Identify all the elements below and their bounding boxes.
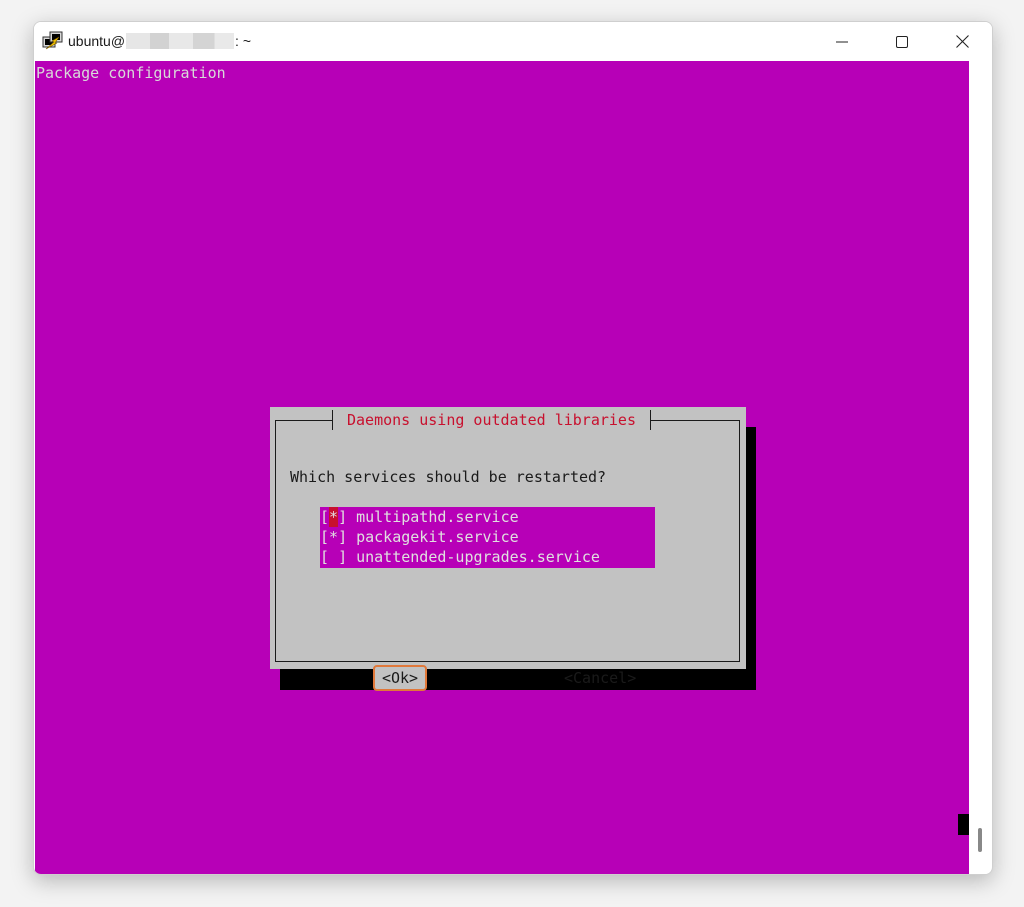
maximize-button[interactable]: [872, 22, 932, 61]
dialog-prompt: Which services should be restarted?: [290, 468, 607, 486]
checkbox-mark[interactable]: *: [329, 507, 339, 527]
dialog-title: Daemons using outdated libraries: [332, 410, 651, 430]
checkbox-mark[interactable]: [329, 547, 338, 567]
service-list[interactable]: [*] multipathd.service [*] packagekit.serv…: [320, 507, 655, 568]
checkbox-close-bracket: ]: [338, 508, 348, 526]
close-icon: [955, 35, 969, 48]
checkbox-open-bracket: [: [320, 548, 330, 566]
ok-button[interactable]: <Ok>: [373, 665, 427, 691]
checkbox-mark[interactable]: *: [329, 527, 338, 547]
service-item-multipathd[interactable]: [*] multipathd.service: [320, 507, 655, 527]
service-label: unattended-upgrades.service: [356, 548, 600, 566]
checkbox-open-bracket: [: [320, 508, 330, 526]
window-title-prefix: ubuntu@: [68, 33, 126, 49]
window-title-suffix: : ~: [235, 33, 252, 49]
close-button[interactable]: [932, 22, 992, 61]
terminal-window: ubuntu@ : ~ Package configuration Daemon…: [33, 21, 993, 875]
minimize-button[interactable]: [812, 22, 872, 61]
terminal-area[interactable]: Package configuration Daemons using outd…: [35, 61, 969, 874]
scrollbar-thumb[interactable]: [978, 828, 982, 852]
checkbox-close-bracket: ]: [338, 548, 348, 566]
service-label: packagekit.service: [356, 528, 519, 546]
vertical-scrollbar[interactable]: [969, 61, 991, 874]
redacted-hostname: [126, 33, 235, 49]
terminal-cursor: [958, 814, 969, 835]
window-title: ubuntu@ : ~: [68, 33, 251, 49]
title-bar[interactable]: ubuntu@ : ~: [34, 22, 992, 61]
service-label: multipathd.service: [356, 508, 519, 526]
cancel-button[interactable]: <Cancel>: [564, 668, 636, 688]
package-configuration-header: Package configuration: [36, 64, 226, 82]
service-item-unattended-upgrades[interactable]: [ ] unattended-upgrades.service: [320, 547, 655, 567]
checkbox-close-bracket: ]: [338, 528, 348, 546]
maximize-icon: [896, 35, 908, 48]
checkbox-open-bracket: [: [320, 528, 330, 546]
restart-services-dialog: Daemons using outdated libraries Which s…: [270, 407, 746, 691]
putty-app-icon: [42, 31, 63, 50]
minimize-icon: [836, 41, 848, 42]
service-item-packagekit[interactable]: [*] packagekit.service: [320, 527, 655, 547]
